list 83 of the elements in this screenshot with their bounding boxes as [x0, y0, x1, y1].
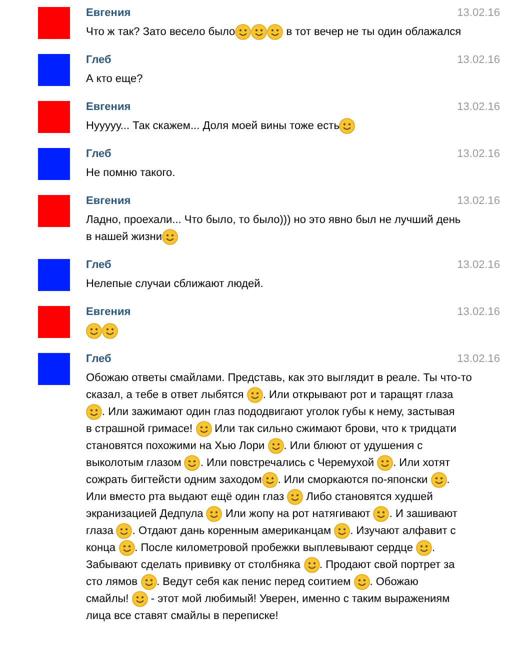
smiley-icon: [162, 229, 178, 245]
author-name[interactable]: Евгения: [86, 5, 131, 22]
smiley-icon: [430, 472, 447, 488]
message-date: 13.02.16: [457, 352, 500, 367]
message-text: Либо становятся худшей: [306, 491, 433, 503]
smiley-icon: [373, 506, 390, 522]
message-text: Или так сильно сжимают брови, что к тридцати: [214, 423, 456, 435]
smiley-icon: [86, 323, 102, 339]
message-text: в тот вечер не ты один облажался: [286, 26, 462, 38]
smiley-icon: [102, 323, 118, 339]
author-name[interactable]: Евгения: [86, 193, 131, 210]
message-text: смайлы!: [86, 593, 129, 605]
smiley-icon: [118, 540, 135, 556]
smiley-icon: [354, 574, 370, 590]
message-text: становятся похожими на Хью Лори: [86, 440, 265, 452]
smiley-icon: [206, 506, 222, 522]
message-date: 13.02.16: [457, 194, 500, 209]
message-text: сказал, а тебе в ответ лыбятся: [86, 389, 244, 401]
message-text: . Или повстречались с Черемухой: [200, 457, 374, 469]
smiley-icon: [262, 472, 278, 488]
smiley-icon: [246, 387, 263, 403]
author-name[interactable]: Глеб: [86, 257, 112, 274]
message-text: сожрать бигтейсти одним заходом: [86, 474, 262, 486]
smiley-icon: [184, 455, 200, 471]
smiley-icon: [377, 455, 394, 471]
message-text: . Обожаю: [370, 576, 418, 588]
message-text: Что ж так? Зато весело было: [86, 26, 236, 38]
message-text: . И зашивают: [389, 508, 458, 520]
message-text: в страшной гримасе!: [86, 423, 193, 435]
author-name[interactable]: Евгения: [86, 304, 131, 321]
author-name[interactable]: Евгения: [86, 99, 131, 116]
message-date: 13.02.16: [457, 147, 500, 162]
message-text: Или вместо рта выдают ещё один глаз: [86, 491, 284, 503]
smiley-icon: [334, 523, 350, 539]
message-text: Нелепые случаи сближают людей.: [86, 278, 264, 290]
message-text: . Или блюют от удушения с: [284, 440, 423, 452]
message-text: выколотым глазом: [86, 457, 182, 469]
message-text: А кто еще?: [86, 73, 143, 85]
message-text: сто лямов: [86, 576, 138, 588]
message-text: . Продают свой портрет за: [320, 559, 455, 571]
smiley-icon: [251, 24, 268, 40]
message-text: . Или зажимают один глаз пододвигают уголок губы к нему, застывая: [102, 406, 455, 418]
smiley-icon: [287, 489, 304, 505]
message-text: - этот мой любимый! Уверен, именно с таким выражениям: [150, 593, 450, 605]
smiley-icon: [267, 24, 284, 40]
smiley-icon: [268, 438, 284, 454]
message-text: . После километровой пробежки выплевывают сердце: [134, 542, 413, 554]
message-text: Нууууу... Так скажем... Доля моей вины тоже есть: [86, 120, 340, 132]
message-text: Не помню такого.: [86, 167, 176, 179]
smiley-icon: [416, 540, 432, 556]
message-text: . Ведут себя как пенис перед соитием: [156, 576, 351, 588]
message-text: экранизацией Дедпула: [86, 508, 204, 520]
message-text: Ладно, проехали... Что было, то было))) но это явно был не лучший день: [86, 214, 461, 226]
smiley-icon: [140, 574, 157, 590]
author-name[interactable]: Глеб: [86, 351, 112, 368]
message-text: Или жопу на рот натягивают: [225, 508, 370, 520]
message-date: 13.02.16: [457, 53, 500, 68]
message-text: Забывают сделать прививку от столбняка: [86, 559, 300, 571]
message-text: . Изучают алфавит с: [350, 525, 456, 537]
smiley-icon: [235, 24, 252, 40]
message-date: 13.02.16: [457, 6, 500, 21]
message-text: . Отдают дань коренным американцам: [132, 525, 332, 537]
smiley-icon: [86, 404, 102, 420]
message-text: . Или хотят: [393, 457, 450, 469]
message-text: глаза: [86, 525, 114, 537]
message-text: лица все ставят смайлы в переписке!: [86, 610, 278, 622]
smiley-icon: [304, 557, 320, 573]
message-text: Обожаю ответы смайлами. Представь, как это выглядит в реале. Ты что-то: [86, 372, 472, 384]
smiley-icon: [196, 421, 212, 437]
smiley-icon: [116, 523, 132, 539]
author-name[interactable]: Глеб: [86, 52, 112, 69]
smiley-icon: [132, 591, 148, 607]
message-text: . Или открывают рот и таращят глаза: [262, 389, 454, 401]
message-text: в нашей жизни: [86, 231, 162, 243]
message-text: .: [432, 542, 436, 554]
message-text: .: [446, 474, 450, 486]
smiley-icon: [339, 118, 356, 134]
message-date: 13.02.16: [457, 100, 500, 115]
author-name[interactable]: Глеб: [86, 146, 112, 163]
message-date: 13.02.16: [457, 305, 500, 320]
message-date: 13.02.16: [457, 258, 500, 273]
message-text: конца: [86, 542, 116, 554]
message-text: . Или сморкаются по-японски: [278, 474, 428, 486]
